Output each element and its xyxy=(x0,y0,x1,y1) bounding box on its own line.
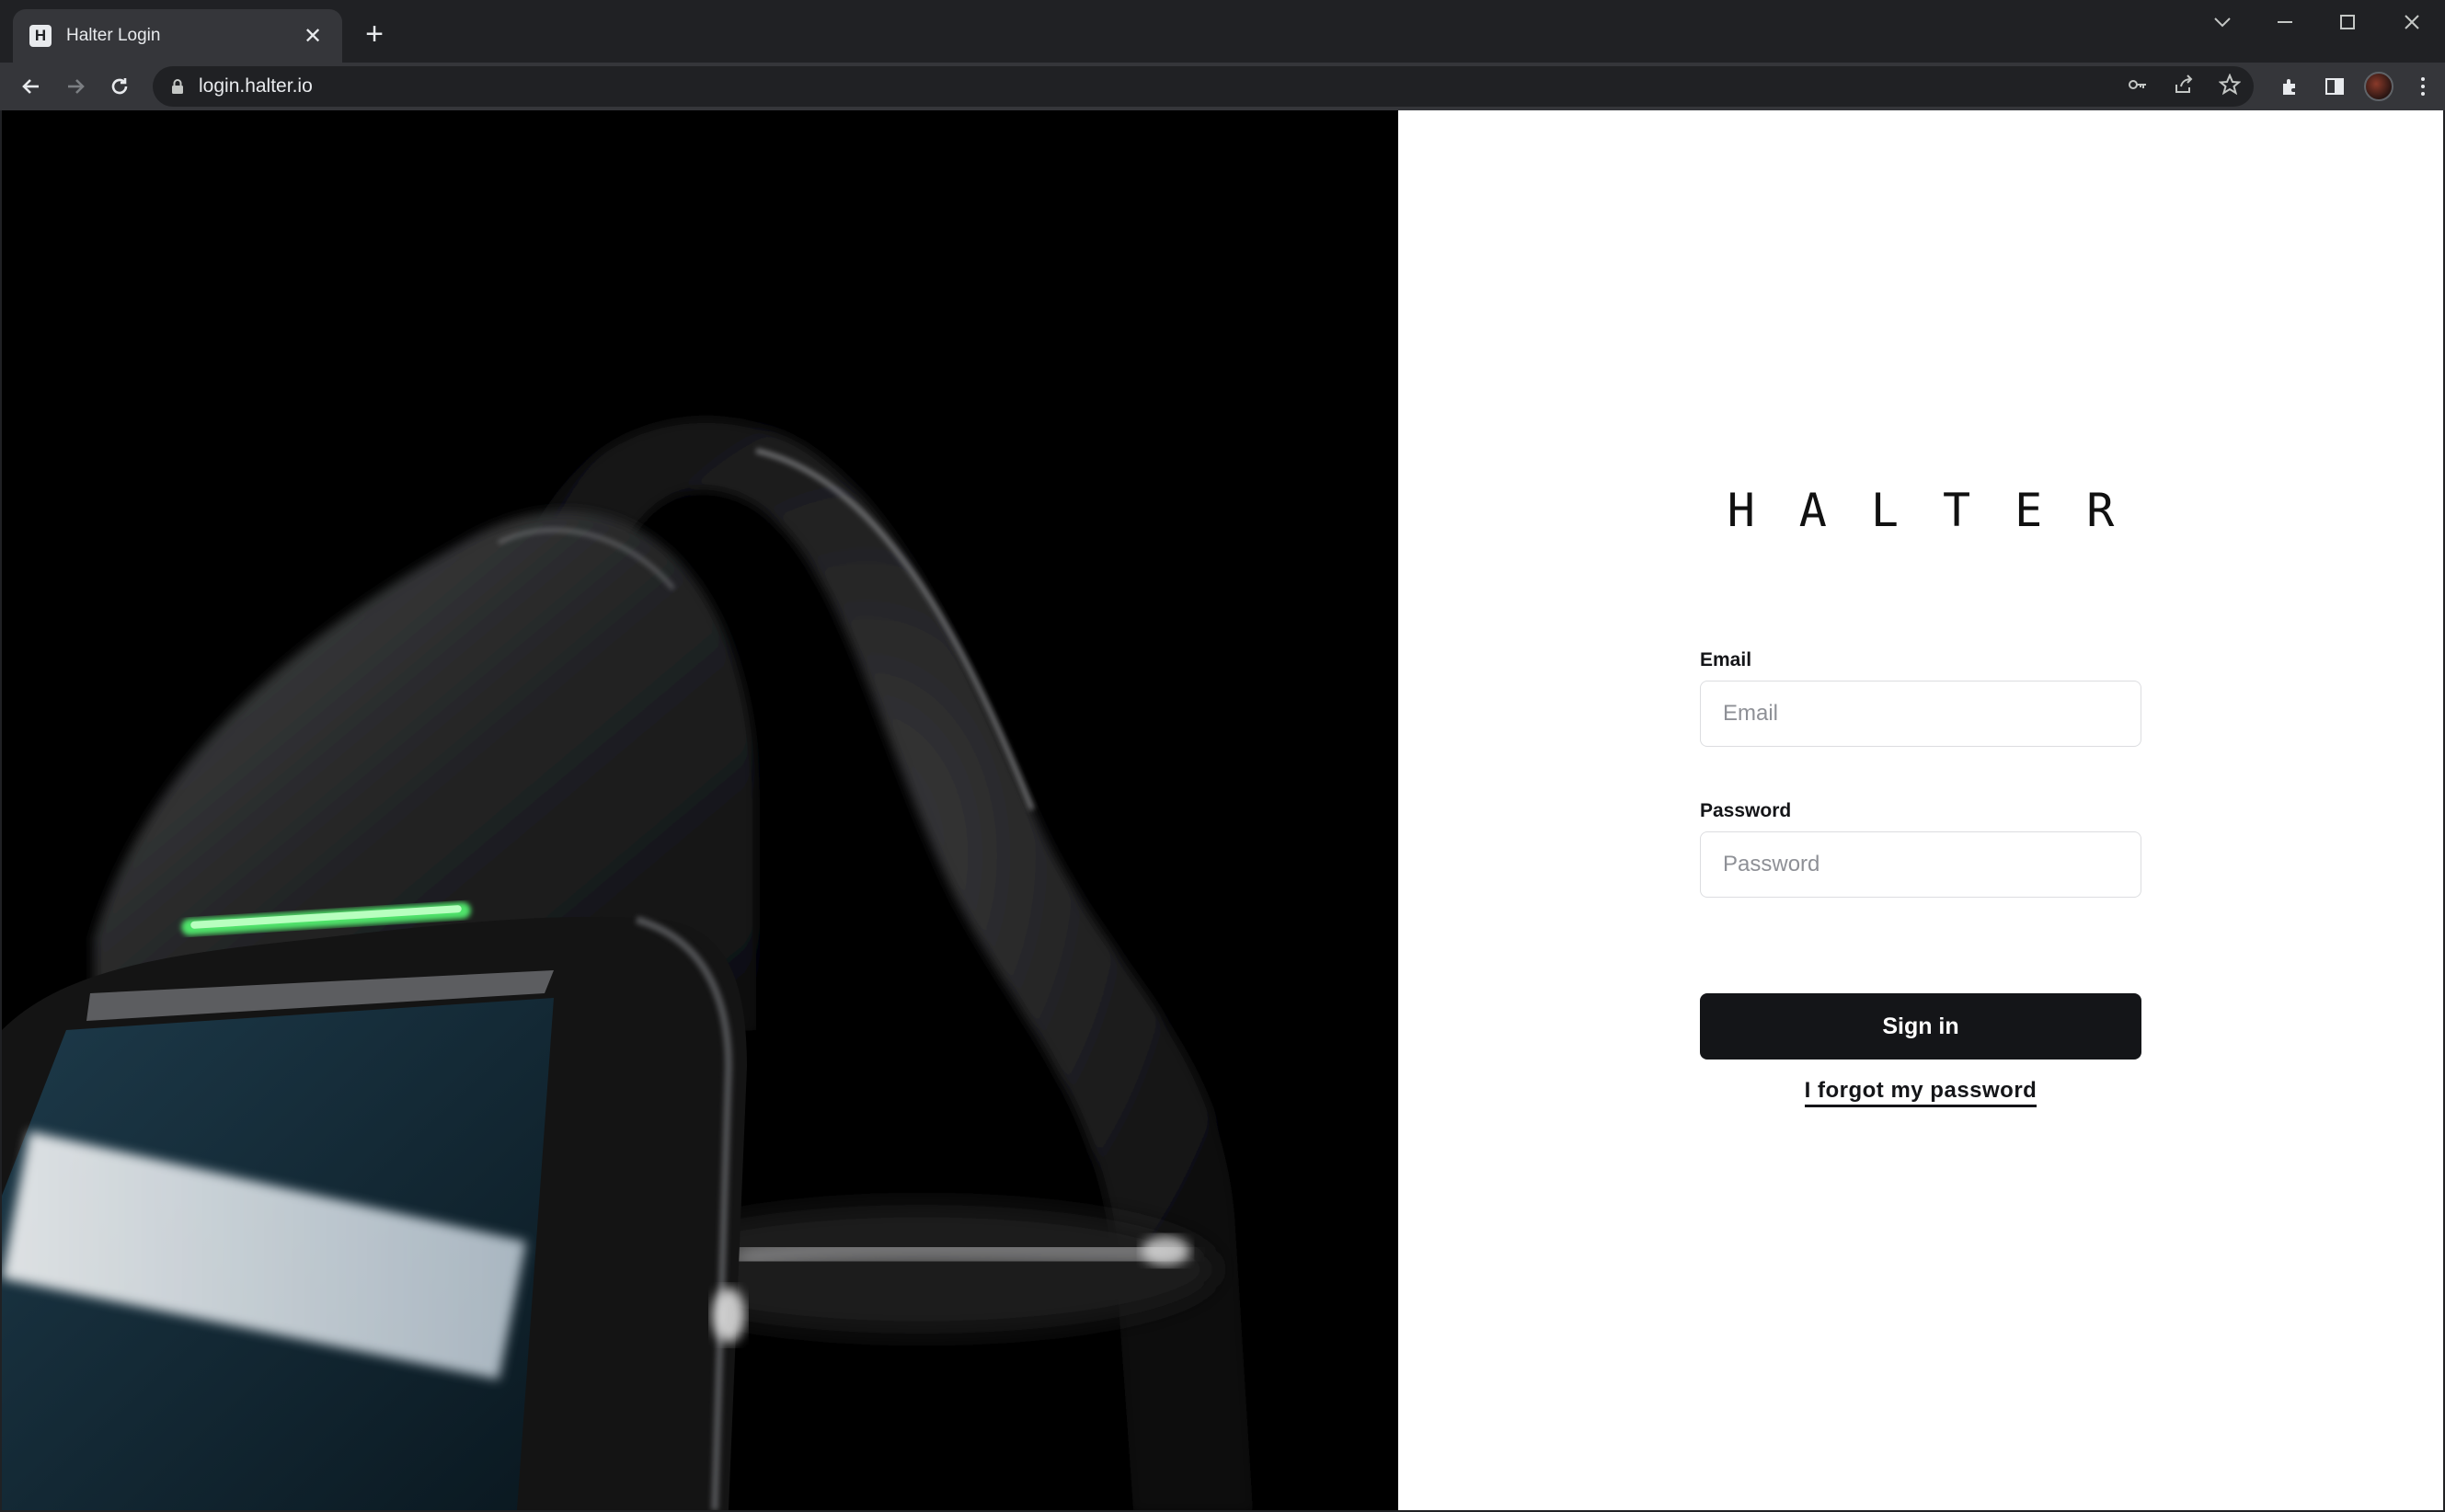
browser-tab[interactable]: H Halter Login ✕ xyxy=(13,9,342,63)
brand-wordmark: HALTER xyxy=(1727,484,2159,537)
share-icon[interactable] xyxy=(2173,74,2195,100)
tab-strip: H Halter Login ✕ + xyxy=(0,0,2445,63)
tab-search-icon[interactable] xyxy=(2197,7,2248,37)
browser-toolbar: login.halter.io xyxy=(0,63,2445,110)
email-input[interactable] xyxy=(1700,681,2141,747)
halter-logo: HALTER xyxy=(1398,484,2443,537)
forgot-password-row: I forgot my password xyxy=(1700,1078,2141,1107)
reload-icon[interactable] xyxy=(103,70,136,103)
minimize-icon[interactable] xyxy=(2259,7,2311,37)
star-icon[interactable] xyxy=(2218,72,2242,100)
password-input[interactable] xyxy=(1700,831,2141,898)
lock-icon[interactable] xyxy=(169,77,186,96)
sign-in-button[interactable]: Sign in xyxy=(1700,993,2141,1060)
page-viewport: HALTER Email Password Sign in I forgot m… xyxy=(2,110,2443,1510)
new-tab-button[interactable]: + xyxy=(359,18,390,50)
password-label: Password xyxy=(1700,800,1792,821)
collar-device-illustration xyxy=(2,110,1398,1510)
key-icon[interactable] xyxy=(2127,74,2149,100)
login-panel: HALTER Email Password Sign in I forgot m… xyxy=(1398,110,2443,1510)
forgot-password-link[interactable]: I forgot my password xyxy=(1804,1078,2038,1107)
tab-close-icon[interactable]: ✕ xyxy=(300,23,326,49)
halter-favicon-icon: H xyxy=(29,25,52,47)
back-icon[interactable] xyxy=(15,70,48,103)
email-label: Email xyxy=(1700,649,1752,670)
extensions-icon[interactable] xyxy=(2268,63,2313,110)
profile-avatar[interactable] xyxy=(2357,63,2401,110)
email-field-group: Email xyxy=(1700,649,2141,747)
hero-collar-image xyxy=(2,110,1398,1510)
close-window-icon[interactable] xyxy=(2386,7,2438,37)
forward-icon[interactable] xyxy=(59,70,92,103)
url-text: login.halter.io xyxy=(199,75,313,97)
tab-title: Halter Login xyxy=(66,26,161,45)
address-bar[interactable]: login.halter.io xyxy=(153,66,2254,107)
maximize-icon[interactable] xyxy=(2322,7,2373,37)
password-field-group: Password xyxy=(1700,800,2141,898)
login-form: Email Password xyxy=(1700,649,2141,898)
side-panel-icon[interactable] xyxy=(2313,63,2357,110)
menu-icon[interactable] xyxy=(2401,63,2445,110)
avatar xyxy=(2364,72,2393,101)
